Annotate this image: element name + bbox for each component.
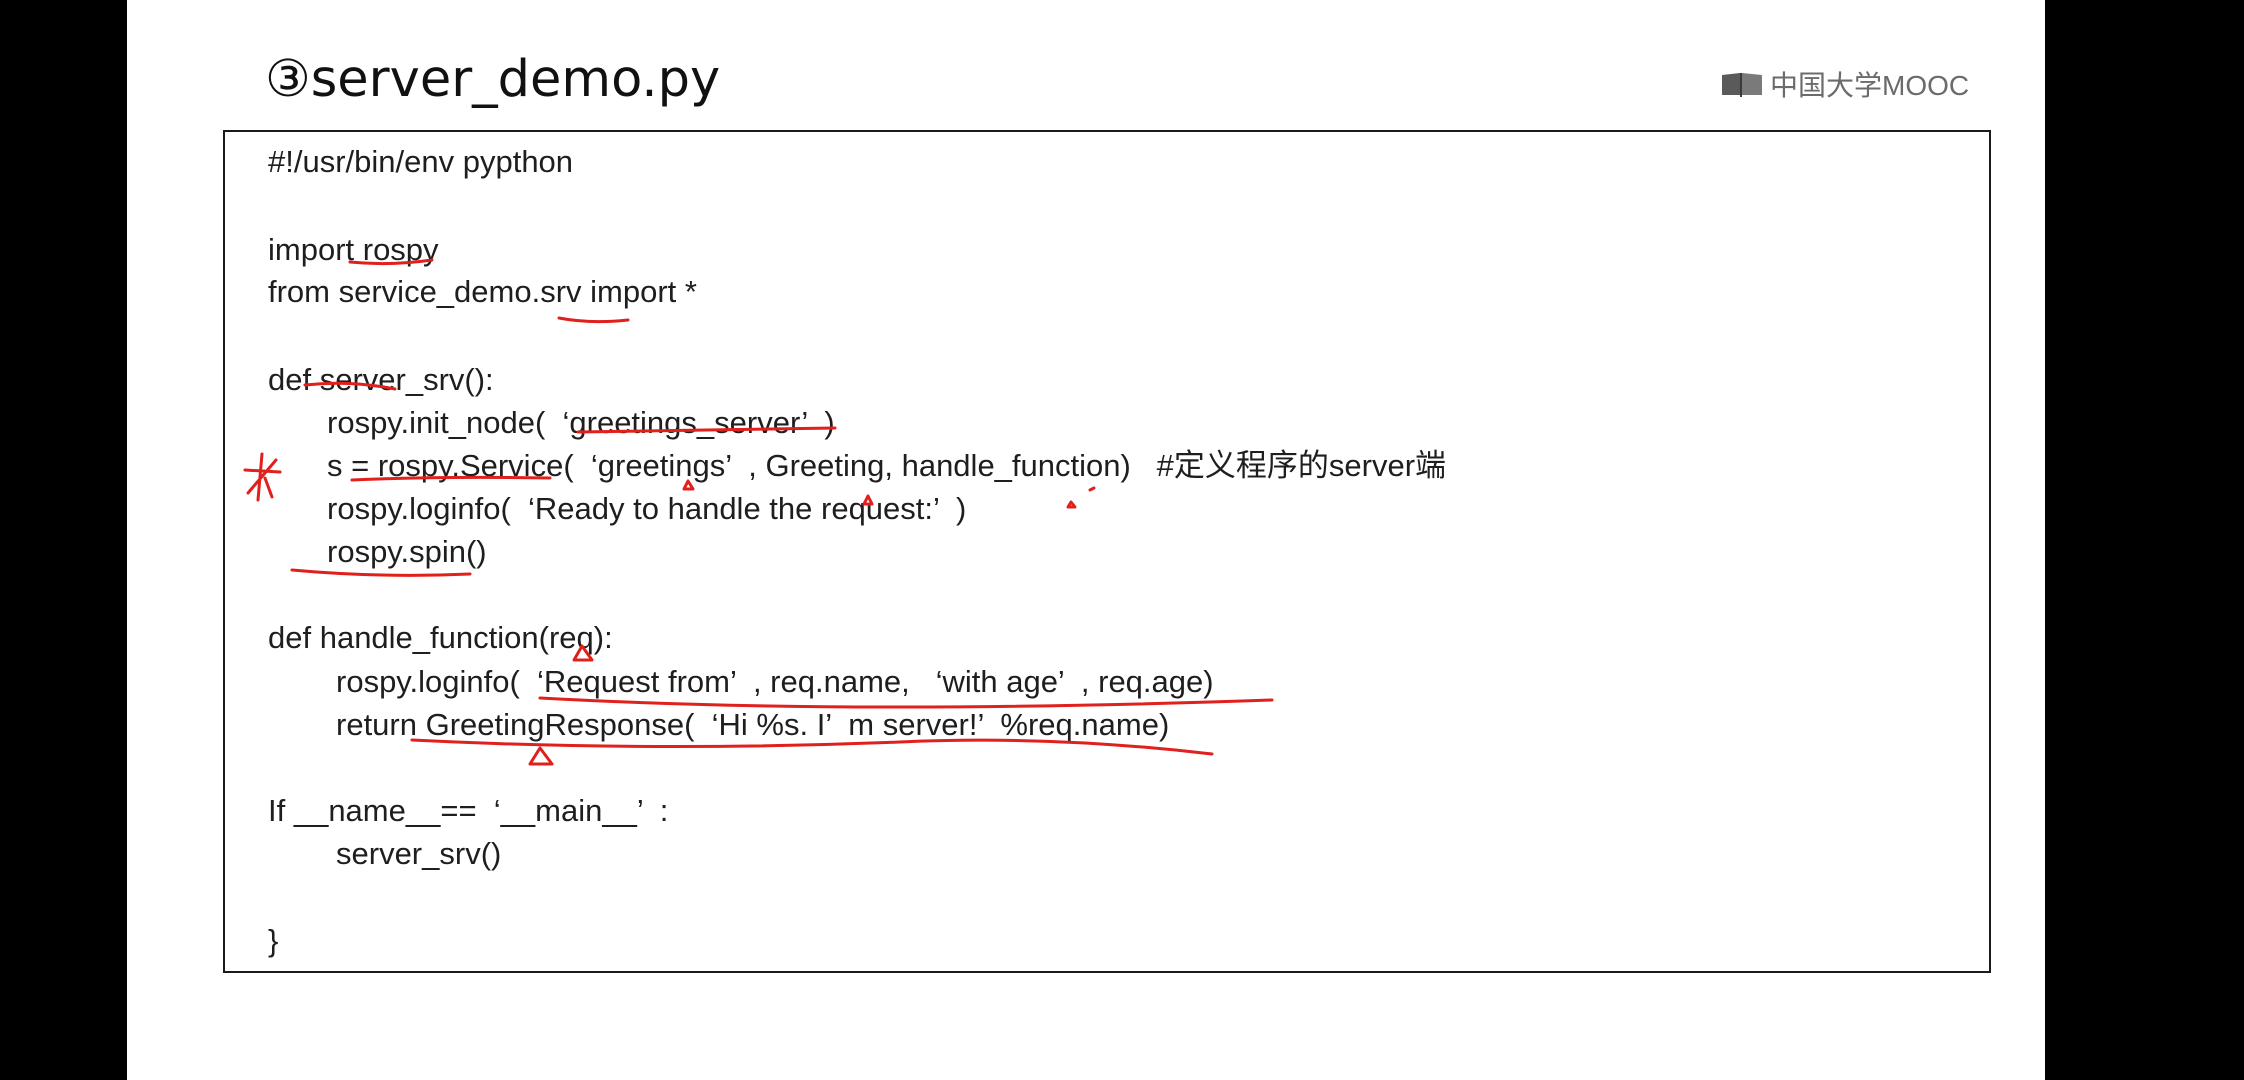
code-line-def-server: def server_srv(): — [268, 362, 494, 397]
code-line-if-main: If __name__== ‘__main__’ : — [268, 793, 669, 828]
code-line-spin: rospy.spin() — [327, 534, 487, 569]
code-line-def-handle: def handle_function(req): — [268, 620, 613, 655]
code-line-service: s = rospy.Service( ‘greetings’ , Greetin… — [327, 448, 1447, 483]
code-block: #!/usr/bin/env pypthon import rospy from… — [223, 130, 1991, 973]
code-line-call-server: server_srv() — [336, 836, 502, 871]
code-line-init-node: rospy.init_node( ‘greetings_server’ ) — [327, 405, 835, 440]
code-line-loginfo-request: rospy.loginfo( ‘Request from’ , req.name… — [336, 664, 1214, 699]
mooc-watermark: 中国大学MOOC — [1720, 64, 1969, 104]
slide-canvas: ③server_demo.py 中国大学MOOC #!/usr/bin/env … — [127, 0, 2045, 1080]
slide-title: ③server_demo.py — [265, 50, 721, 109]
code-line-import-rospy: import rospy — [268, 232, 439, 267]
mooc-logo-icon — [1722, 73, 1762, 97]
watermark-text: 中国大学MOOC — [1770, 70, 1970, 101]
code-line-loginfo-ready: rospy.loginfo( ‘Ready to handle the requ… — [327, 491, 967, 526]
code-line-from-import: from service_demo.srv import * — [268, 274, 697, 309]
code-line-shebang: #!/usr/bin/env pypthon — [268, 144, 574, 179]
code-line-closing-brace: } — [268, 923, 279, 958]
code-line-return: return GreetingResponse( ‘Hi %s. I’ m se… — [336, 707, 1170, 742]
